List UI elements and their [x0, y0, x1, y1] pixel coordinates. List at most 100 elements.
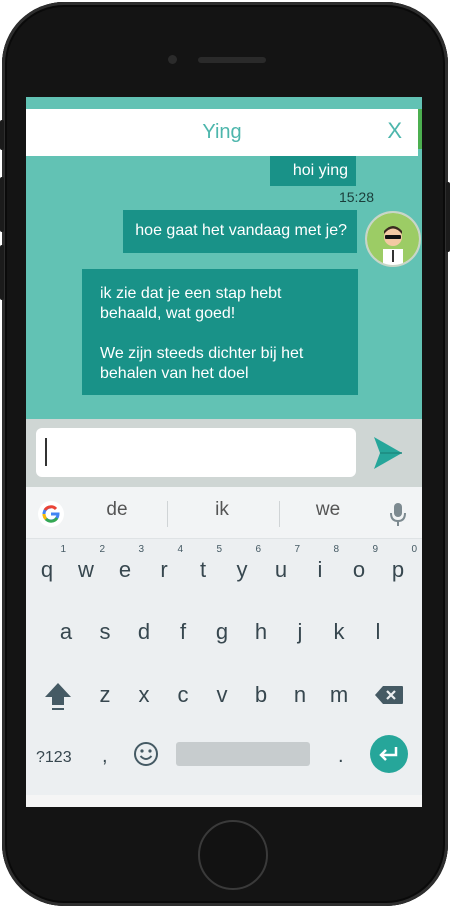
key-label: w	[78, 557, 94, 582]
key-label: o	[352, 557, 366, 582]
screen-bottom-edge	[26, 795, 422, 807]
key-hint: 9	[372, 544, 378, 555]
suggestion-divider	[167, 501, 168, 527]
key-label: a	[59, 619, 73, 644]
key-label: s	[99, 619, 111, 644]
compose-bar	[26, 419, 422, 487]
message-bubble: hoi ying	[270, 156, 356, 186]
message-bubble: ik zie dat je een stap hebt behaald, wat…	[82, 269, 358, 395]
key-x[interactable]: x	[129, 675, 159, 715]
header-accent-bar	[418, 109, 422, 149]
key-h[interactable]: h	[246, 612, 276, 652]
key-label: x	[138, 682, 150, 707]
home-button[interactable]	[198, 820, 268, 890]
key-r[interactable]: r4	[149, 544, 183, 590]
close-button[interactable]: X	[387, 115, 402, 147]
key-p[interactable]: p0	[383, 544, 417, 590]
key-hint: 4	[177, 544, 183, 555]
shift-icon[interactable]	[44, 681, 72, 711]
key-e[interactable]: e3	[110, 544, 144, 590]
key-hint: 2	[99, 544, 105, 555]
key-label: f	[179, 619, 187, 644]
key-n[interactable]: n	[285, 675, 315, 715]
key-label: v	[216, 682, 228, 707]
google-icon[interactable]	[38, 501, 64, 527]
key-hint: 3	[138, 544, 144, 555]
key-q[interactable]: q1	[32, 544, 66, 590]
key-d[interactable]: d	[129, 612, 159, 652]
key-label: g	[215, 619, 229, 644]
phone-frame: Ying X hoi ying 15:28 hoe gaat het vanda…	[0, 2, 450, 906]
key-label: i	[317, 557, 323, 582]
key-hint: 8	[333, 544, 339, 555]
suggestion-bar: de ik we	[26, 487, 422, 539]
key-hint: 0	[411, 544, 417, 555]
key-hint: 7	[294, 544, 300, 555]
key-label: y	[236, 557, 248, 582]
message-paragraph: ik zie dat je een stap hebt behaald, wat…	[100, 285, 282, 322]
key-c[interactable]: c	[168, 675, 198, 715]
key-v[interactable]: v	[207, 675, 237, 715]
key-label: z	[99, 682, 111, 707]
key-label: b	[254, 682, 268, 707]
front-camera	[168, 55, 177, 64]
key-k[interactable]: k	[324, 612, 354, 652]
message-input[interactable]	[36, 428, 356, 477]
app-screen: Ying X hoi ying 15:28 hoe gaat het vanda…	[26, 97, 422, 807]
key-label: r	[160, 557, 168, 582]
enter-icon[interactable]	[370, 735, 408, 773]
comma-key[interactable]: ,	[102, 745, 108, 768]
key-label: n	[293, 682, 307, 707]
period-key[interactable]: .	[338, 745, 344, 768]
key-label: k	[333, 619, 345, 644]
send-icon[interactable]	[372, 435, 404, 471]
message-timestamp: 15:28	[338, 189, 374, 205]
key-m[interactable]: m	[324, 675, 354, 715]
key-hint: 5	[216, 544, 222, 555]
suggestion-item[interactable]: we	[298, 499, 358, 521]
chat-header: Ying X	[26, 109, 418, 156]
key-l[interactable]: l	[363, 612, 393, 652]
key-f[interactable]: f	[168, 612, 198, 652]
suggestion-item[interactable]: de	[87, 499, 147, 521]
volume-up-button	[0, 177, 4, 232]
text-cursor	[45, 438, 47, 466]
contact-name: Ying	[202, 121, 242, 143]
volume-down-button	[0, 245, 4, 300]
power-button	[446, 182, 450, 252]
key-label: q	[40, 557, 54, 582]
key-o[interactable]: o9	[344, 544, 378, 590]
backspace-icon[interactable]	[374, 685, 404, 705]
key-label: d	[137, 619, 151, 644]
key-label: p	[391, 557, 405, 582]
silent-switch	[0, 120, 4, 150]
emoji-icon[interactable]	[133, 741, 159, 767]
key-hint: 6	[255, 544, 261, 555]
suggestion-item[interactable]: ik	[192, 499, 252, 521]
key-b[interactable]: b	[246, 675, 276, 715]
key-s[interactable]: s	[90, 612, 120, 652]
soft-keyboard: de ik we q1 w2 e3 r4 t5 y6 u7 i8 o9 p0 a…	[26, 487, 422, 807]
key-t[interactable]: t5	[188, 544, 222, 590]
key-j[interactable]: j	[285, 612, 315, 652]
key-a[interactable]: a	[51, 612, 81, 652]
key-w[interactable]: w2	[71, 544, 105, 590]
key-label: t	[199, 557, 207, 582]
key-z[interactable]: z	[90, 675, 120, 715]
key-label: u	[274, 557, 288, 582]
space-key[interactable]	[176, 742, 310, 766]
key-g[interactable]: g	[207, 612, 237, 652]
earpiece-speaker	[198, 57, 266, 63]
key-y[interactable]: y6	[227, 544, 262, 590]
avatar-icon	[365, 211, 421, 267]
message-bubble: hoe gaat het vandaag met je?	[123, 210, 357, 253]
key-label: m	[329, 682, 349, 707]
key-label: e	[118, 557, 132, 582]
symbols-key[interactable]: ?123	[36, 749, 72, 767]
chat-messages: hoi ying 15:28 hoe gaat het vandaag met …	[26, 156, 422, 419]
key-i[interactable]: i8	[305, 544, 339, 590]
key-label: c	[177, 682, 189, 707]
mic-icon[interactable]	[390, 501, 406, 527]
key-label: h	[254, 619, 268, 644]
key-u[interactable]: u7	[266, 544, 300, 590]
